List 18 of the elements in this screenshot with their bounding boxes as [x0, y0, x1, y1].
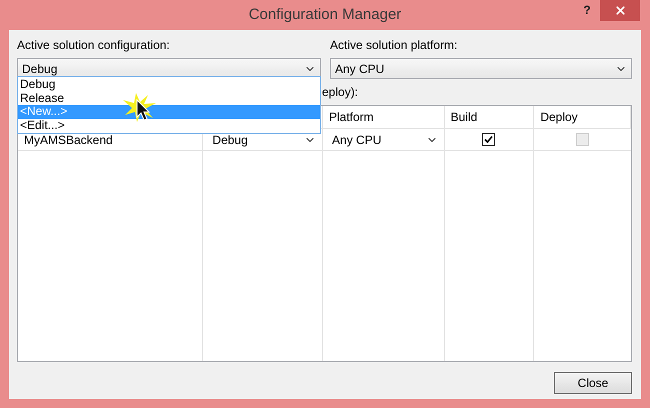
help-button[interactable]: ?: [574, 0, 600, 20]
dropdown-option[interactable]: Debug: [18, 78, 320, 92]
checkbox[interactable]: [482, 133, 496, 146]
close-dialog-button[interactable]: Close: [554, 372, 632, 394]
dropdown-option[interactable]: Release: [18, 92, 320, 105]
section-label: eploy):: [322, 84, 358, 101]
close-button[interactable]: [600, 0, 640, 21]
field-label: Active solution configuration:: [17, 37, 171, 54]
column-header: Deploy: [540, 109, 578, 126]
field-label: Active solution platform:: [330, 37, 458, 54]
table-cell-text: MyAMSBackend: [24, 132, 113, 148]
column-header: Platform: [328, 109, 374, 126]
column-header: Build: [450, 109, 478, 126]
window-title: Configuration Manager: [248, 4, 402, 25]
platform-dropdown[interactable]: Any CPU: [330, 58, 632, 79]
dropdown-option[interactable]: <Edit...>: [18, 118, 320, 132]
checkmark-icon: [484, 135, 494, 144]
close-icon: [614, 4, 626, 17]
